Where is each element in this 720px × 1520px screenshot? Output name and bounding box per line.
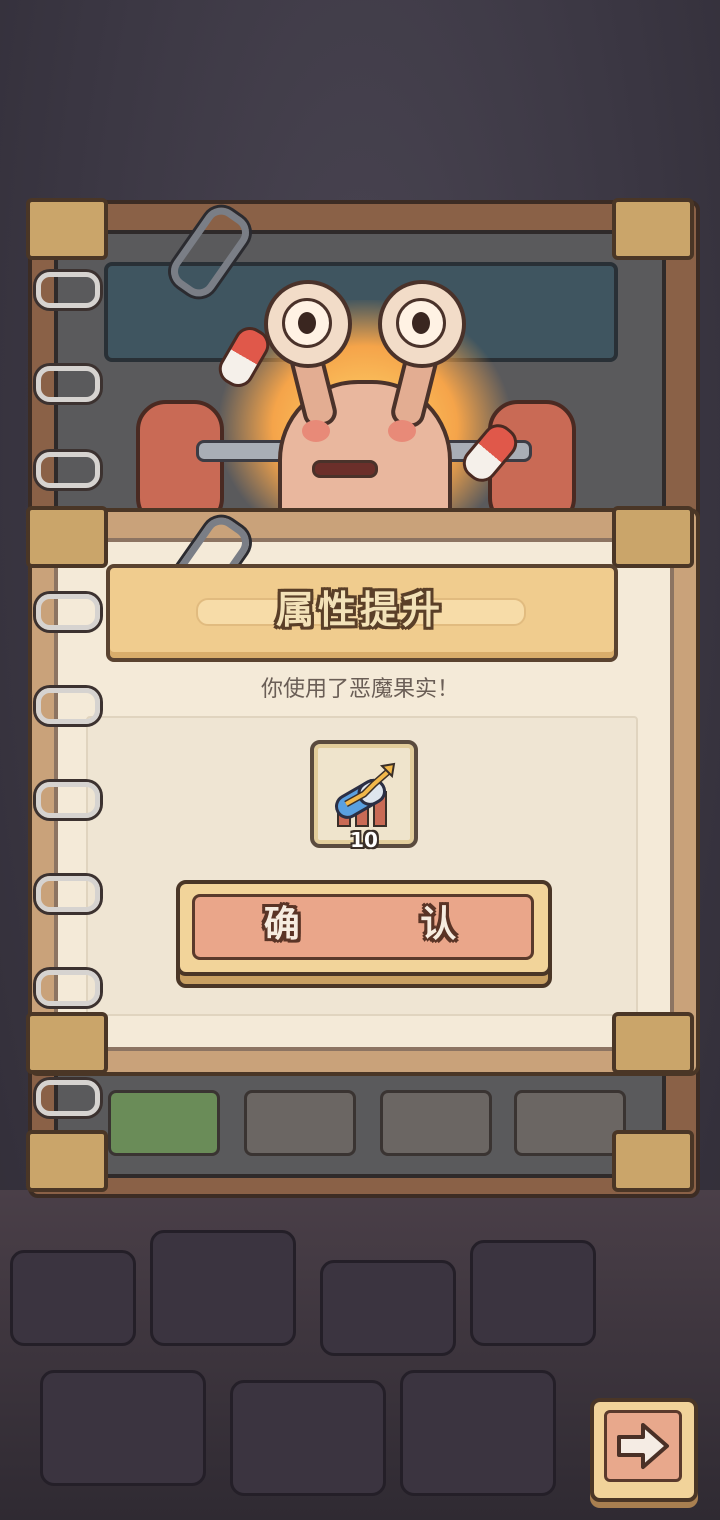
rock xyxy=(320,1260,456,1356)
eye-white xyxy=(396,298,446,348)
dialog-message: 你使用了恶魔果实！ xyxy=(260,677,459,702)
corner-bracket xyxy=(612,506,694,568)
binder-ring xyxy=(36,782,100,818)
pupil xyxy=(298,312,316,334)
inventory-slot[interactable] xyxy=(108,1090,220,1156)
binder-ring xyxy=(36,452,100,488)
corner-bracket xyxy=(612,1130,694,1192)
corner-bracket xyxy=(26,1130,108,1192)
binder-ring xyxy=(36,594,100,630)
pupil xyxy=(412,312,430,334)
dialog-title: 属性提升 xyxy=(275,587,444,632)
binder-ring xyxy=(36,1080,100,1116)
corner-bracket xyxy=(612,1012,694,1074)
rock xyxy=(150,1230,296,1346)
inventory-slot[interactable] xyxy=(514,1090,626,1156)
arrow-right-icon xyxy=(617,1423,669,1469)
eye-left xyxy=(264,280,352,368)
binder-ring xyxy=(36,876,100,912)
binder-ring xyxy=(36,366,100,402)
rock xyxy=(400,1370,556,1496)
pill-upgrade-arrow-icon xyxy=(335,762,396,827)
cheek-right xyxy=(388,420,416,442)
corner-bracket xyxy=(612,198,694,260)
rock xyxy=(40,1370,206,1486)
corner-bracket xyxy=(26,1012,108,1074)
cheek-left xyxy=(302,420,330,442)
eye-right xyxy=(378,280,466,368)
inventory-slot[interactable] xyxy=(244,1090,356,1156)
rock xyxy=(470,1240,596,1346)
binder-ring xyxy=(36,272,100,308)
rock xyxy=(10,1250,136,1346)
confirm-button-label[interactable]: 确 认 xyxy=(192,894,528,954)
mouth xyxy=(312,460,378,478)
eye-white xyxy=(282,298,332,348)
next-button-face[interactable] xyxy=(604,1410,682,1482)
corner-bracket xyxy=(26,198,108,260)
item-count: 10 xyxy=(350,828,378,852)
inventory-slot[interactable] xyxy=(380,1090,492,1156)
corner-bracket xyxy=(26,506,108,568)
binder-ring xyxy=(36,970,100,1006)
rock xyxy=(230,1380,386,1496)
